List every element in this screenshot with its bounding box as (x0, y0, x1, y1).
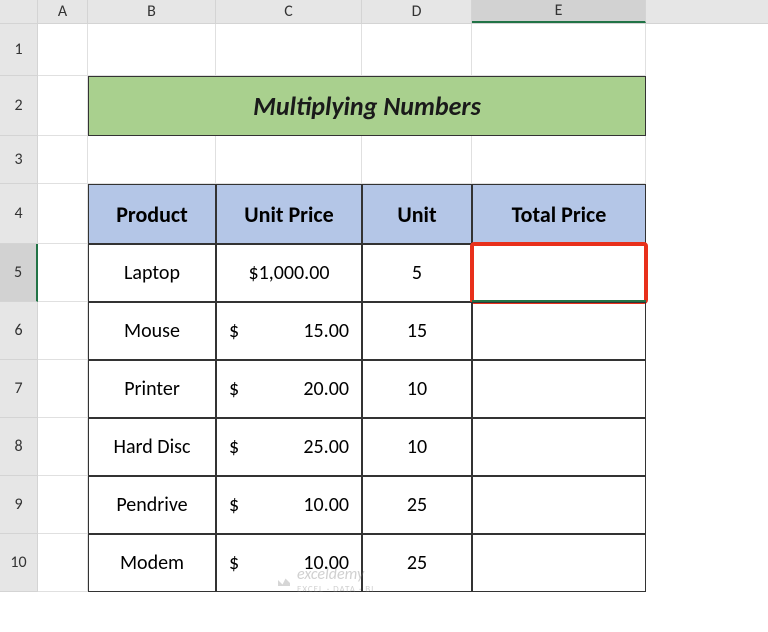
cell-A5[interactable] (38, 244, 88, 302)
row-7: 7 Printer $ 20.00 10 (0, 360, 768, 418)
row-header-5[interactable]: 5 (0, 244, 38, 302)
column-header-D[interactable]: D (362, 0, 472, 23)
cell-A9[interactable] (38, 476, 88, 534)
currency-symbol: $ (229, 493, 239, 517)
price-amount: 20.00 (303, 377, 349, 401)
cell-C3[interactable] (216, 136, 362, 184)
header-unit[interactable]: Unit (362, 184, 472, 244)
row-header-7[interactable]: 7 (0, 360, 38, 418)
cell-product-5[interactable]: Modem (88, 534, 216, 592)
currency-symbol: $ (229, 377, 239, 401)
currency-symbol: $ (229, 319, 239, 343)
row-9: 9 Pendrive $ 10.00 25 (0, 476, 768, 534)
row-6: 6 Mouse $ 15.00 15 (0, 302, 768, 360)
cell-B3[interactable] (88, 136, 216, 184)
cell-price-3[interactable]: $ 25.00 (216, 418, 362, 476)
cell-product-2[interactable]: Printer (88, 360, 216, 418)
cell-product-0[interactable]: Laptop (88, 244, 216, 302)
select-all-corner[interactable] (0, 0, 38, 23)
column-header-B[interactable]: B (88, 0, 216, 23)
cell-A7[interactable] (38, 360, 88, 418)
header-product[interactable]: Product (88, 184, 216, 244)
currency-symbol: $ (229, 551, 239, 575)
price-amount: 25.00 (303, 435, 349, 459)
row-1: 1 (0, 24, 768, 76)
title-cell[interactable]: Multiplying Numbers (88, 76, 646, 136)
row-header-2[interactable]: 2 (0, 76, 38, 136)
cell-product-1[interactable]: Mouse (88, 302, 216, 360)
cell-A10[interactable] (38, 534, 88, 592)
cell-unit-2[interactable]: 10 (362, 360, 472, 418)
cell-unit-3[interactable]: 10 (362, 418, 472, 476)
row-header-9[interactable]: 9 (0, 476, 38, 534)
column-headers: A B C D E (0, 0, 768, 24)
cell-total-3[interactable] (472, 418, 646, 476)
cell-product-3[interactable]: Hard Disc (88, 418, 216, 476)
cell-total-1[interactable] (472, 302, 646, 360)
cell-product-4[interactable]: Pendrive (88, 476, 216, 534)
cell-total-2[interactable] (472, 360, 646, 418)
spreadsheet: A B C D E 1 2 Multiplying Numbers 3 (0, 0, 768, 632)
cell-A2[interactable] (38, 76, 88, 136)
row-4: 4 Product Unit Price Unit Total Price (0, 184, 768, 244)
cell-A1[interactable] (38, 24, 88, 76)
cell-A4[interactable] (38, 184, 88, 244)
row-5: 5 Laptop $1,000.00 5 (0, 244, 768, 302)
row-header-3[interactable]: 3 (0, 136, 38, 184)
cell-A8[interactable] (38, 418, 88, 476)
cell-C1[interactable] (216, 24, 362, 76)
grid-rows: 1 2 Multiplying Numbers 3 4 Product (0, 24, 768, 592)
row-10: 10 Modem $ 10.00 25 (0, 534, 768, 592)
row-3: 3 (0, 136, 768, 184)
cell-price-1[interactable]: $ 15.00 (216, 302, 362, 360)
cell-unit-1[interactable]: 15 (362, 302, 472, 360)
row-header-10[interactable]: 10 (0, 534, 38, 592)
row-header-8[interactable]: 8 (0, 418, 38, 476)
row-header-1[interactable]: 1 (0, 24, 38, 76)
cell-total-5[interactable] (472, 534, 646, 592)
column-header-C[interactable]: C (216, 0, 362, 23)
row-header-4[interactable]: 4 (0, 184, 38, 244)
header-total-price[interactable]: Total Price (472, 184, 646, 244)
currency-symbol: $ (229, 435, 239, 459)
cell-E3[interactable] (472, 136, 646, 184)
cell-B1[interactable] (88, 24, 216, 76)
cell-total-0[interactable] (472, 244, 646, 302)
header-unit-price[interactable]: Unit Price (216, 184, 362, 244)
row-header-6[interactable]: 6 (0, 302, 38, 360)
cell-D1[interactable] (362, 24, 472, 76)
cell-price-0[interactable]: $1,000.00 (216, 244, 362, 302)
highlight-box (470, 242, 648, 304)
row-8: 8 Hard Disc $ 25.00 10 (0, 418, 768, 476)
cell-price-5[interactable]: $ 10.00 (216, 534, 362, 592)
column-header-A[interactable]: A (38, 0, 88, 23)
price-amount: 15.00 (303, 319, 349, 343)
cell-A6[interactable] (38, 302, 88, 360)
cell-E1[interactable] (472, 24, 646, 76)
column-header-E[interactable]: E (472, 0, 646, 23)
row-2: 2 Multiplying Numbers (0, 76, 768, 136)
price-amount: 10.00 (303, 551, 349, 575)
cell-A3[interactable] (38, 136, 88, 184)
cell-total-4[interactable] (472, 476, 646, 534)
price-amount: 10.00 (303, 493, 349, 517)
cell-D3[interactable] (362, 136, 472, 184)
cell-unit-0[interactable]: 5 (362, 244, 472, 302)
cell-price-4[interactable]: $ 10.00 (216, 476, 362, 534)
cell-unit-4[interactable]: 25 (362, 476, 472, 534)
cell-unit-5[interactable]: 25 (362, 534, 472, 592)
cell-price-2[interactable]: $ 20.00 (216, 360, 362, 418)
